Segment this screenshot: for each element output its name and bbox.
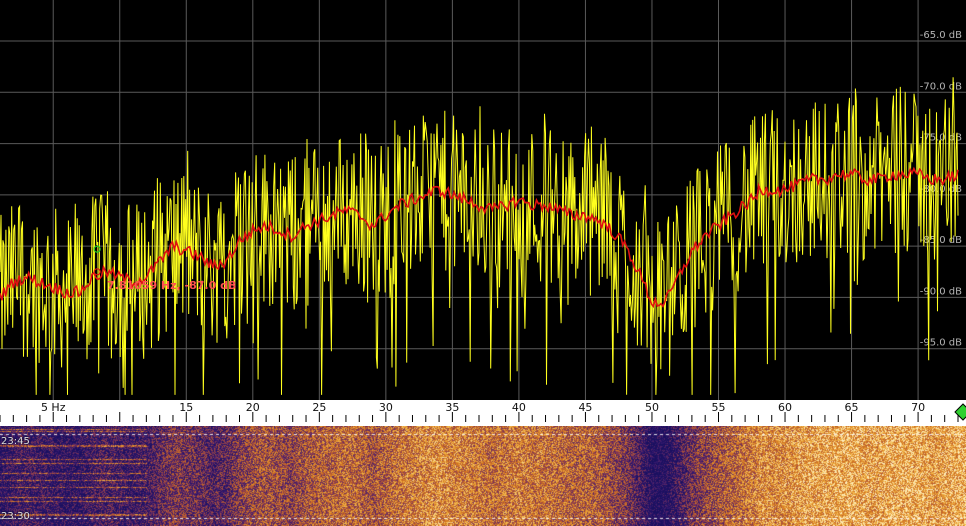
frequency-axis[interactable]: 5 Hz 15 20 25 30 35 40 45 50 55 60 65 70 (0, 400, 966, 426)
waterfall-time-label-bottom: 23:30 (1, 511, 30, 522)
x-tick-label: 60 (778, 401, 792, 414)
spectrum-plot[interactable]: -65.0 dB-70.0 dB-75.0 dB-80.0 dB-85.0 dB… (0, 0, 966, 400)
x-tick-label: 5 Hz (41, 401, 66, 414)
frequency-axis-background (0, 400, 966, 426)
x-tick-label: 45 (578, 401, 592, 414)
waterfall-time-label-top: 23:45 (1, 436, 30, 447)
x-tick-label: 40 (512, 401, 526, 414)
x-tick-label: 25 (312, 401, 326, 414)
x-tick-label: 20 (246, 401, 260, 414)
peak-readout-label: 7.81059 Hz, -87.0 dB (107, 279, 236, 292)
x-tick-label: 15 (179, 401, 193, 414)
y-tick-label: -70.0 dB (920, 81, 962, 92)
x-tick-label: 70 (911, 401, 925, 414)
x-tick-label: 35 (445, 401, 459, 414)
y-tick-label: -65.0 dB (920, 30, 962, 41)
x-tick-label: 30 (379, 401, 393, 414)
x-tick-label: 65 (845, 401, 859, 414)
y-tick-label: -85.0 dB (920, 235, 962, 246)
y-tick-label: -95.0 dB (920, 338, 962, 349)
y-tick-label: -90.0 dB (920, 286, 962, 297)
x-tick-label: 50 (645, 401, 659, 414)
spectrogram-waterfall[interactable] (0, 426, 966, 526)
x-tick-label: 55 (712, 401, 726, 414)
